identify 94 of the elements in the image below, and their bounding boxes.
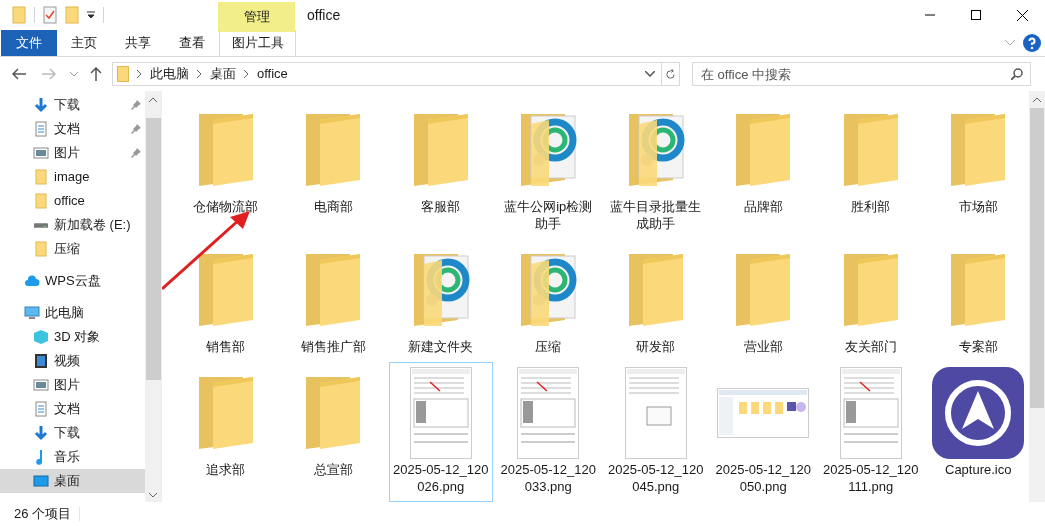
file-item[interactable]: 友关部门 [819, 239, 923, 362]
scrollbar[interactable] [145, 91, 161, 502]
folder-icon [33, 193, 49, 209]
ribbon-tab[interactable]: 共享 [111, 30, 165, 56]
folder-icon [117, 66, 129, 82]
maximize-icon [971, 10, 981, 20]
file-item[interactable]: 2025-05-12_120111.png [819, 362, 923, 502]
file-item[interactable]: 2025-05-12_120026.png [389, 362, 493, 502]
picture-icon [33, 145, 49, 161]
sidebar-item[interactable]: office [0, 189, 145, 213]
help-icon[interactable] [1023, 34, 1041, 52]
breadcrumb-item[interactable]: 桌面 [210, 64, 236, 84]
close-icon [1016, 9, 1028, 21]
sidebar-item[interactable]: image [0, 165, 145, 189]
window-title: office [307, 5, 341, 25]
scroll-up-icon[interactable] [149, 97, 157, 102]
desktop-icon [33, 473, 49, 489]
file-item[interactable]: 胜利部 [819, 99, 923, 239]
sidebar-item[interactable]: 新加载卷 (E:) [0, 213, 145, 237]
forward-arrow-icon[interactable] [42, 68, 56, 80]
file-item[interactable]: 市场部 [926, 99, 1029, 239]
cube-icon [33, 329, 49, 345]
file-item[interactable]: 总宣部 [281, 362, 385, 502]
sidebar-item[interactable]: 图片 [0, 141, 145, 165]
minimize-icon [925, 14, 935, 16]
sidebar-item[interactable]: 压缩 [0, 237, 145, 261]
file-item[interactable]: 专案部 [926, 239, 1029, 362]
doc-icon [33, 401, 49, 417]
ribbon-tab[interactable]: 图片工具 [219, 30, 296, 56]
file-item[interactable]: Capture.ico [926, 362, 1029, 502]
file-item[interactable]: 营业部 [711, 239, 815, 362]
ribbon-tab[interactable]: 查看 [165, 30, 219, 56]
sidebar-item[interactable]: 桌面 [0, 469, 145, 493]
ribbon-tab[interactable]: 主页 [57, 30, 111, 56]
download-icon [33, 97, 49, 113]
cloud-icon [24, 273, 40, 289]
pin-icon[interactable] [131, 148, 141, 158]
file-item[interactable]: 追求部 [174, 362, 278, 502]
back-arrow-icon[interactable] [12, 68, 26, 80]
file-item[interactable]: 蓝牛公网ip检测助手 [496, 99, 600, 239]
sidebar-item[interactable]: 视频 [0, 349, 145, 373]
file-item[interactable]: 品牌部 [711, 99, 815, 239]
search-field[interactable]: 在 office 中搜索 [692, 62, 1031, 86]
file-item[interactable]: 客服部 [389, 99, 493, 239]
file-item[interactable]: 压缩 [496, 239, 600, 362]
file-item[interactable]: 蓝牛目录批量生成助手 [604, 99, 708, 239]
doc-icon [33, 121, 49, 137]
drive-icon [33, 222, 49, 228]
app-logo-icon [932, 367, 1025, 459]
refresh-button[interactable] [662, 62, 680, 86]
ribbon-tab[interactable]: 文件 [1, 30, 57, 56]
search-icon [1011, 68, 1023, 80]
sidebar-item[interactable]: 下载 [0, 93, 145, 117]
file-item[interactable]: 电商部 [281, 99, 385, 239]
file-item[interactable]: 2025-05-12_120033.png [496, 362, 600, 502]
sidebar-item[interactable]: 音乐 [0, 445, 145, 469]
tool-group-header: 管理 [218, 2, 295, 32]
file-item[interactable]: 新建文件夹 [389, 239, 493, 362]
sidebar-item[interactable]: 3D 对象 [0, 325, 145, 349]
sidebar-item[interactable]: 文档 [0, 117, 145, 141]
chevron-down-icon[interactable] [645, 71, 655, 77]
sidebar-item[interactable]: 下载 [0, 421, 145, 445]
up-arrow-icon[interactable] [90, 67, 102, 81]
chevron-right-icon[interactable] [137, 70, 142, 78]
sidebar-item[interactable]: WPS云盘 [0, 269, 145, 293]
breadcrumb-item[interactable]: 此电脑 [150, 64, 189, 84]
file-item[interactable]: 销售部 [174, 239, 278, 362]
file-item[interactable]: 2025-05-12_120045.png [604, 362, 708, 502]
status-text: 26 个项目 [14, 505, 72, 524]
video-icon [33, 353, 49, 369]
refresh-icon [665, 68, 676, 80]
file-item[interactable]: 仓储物流部 [174, 99, 278, 239]
scroll-up-icon[interactable] [1033, 97, 1041, 102]
sidebar-item[interactable]: 文档 [0, 397, 145, 421]
sidebar-item[interactable]: 此电脑 [0, 301, 145, 325]
breadcrumb-item[interactable]: office [257, 64, 288, 84]
folder-icon [33, 169, 49, 185]
file-item[interactable]: 销售推广部 [281, 239, 385, 362]
download-icon [33, 425, 49, 441]
scroll-down-icon[interactable] [149, 493, 157, 498]
chevron-right-icon[interactable] [197, 70, 202, 78]
file-item[interactable]: 2025-05-12_120050.png [711, 362, 815, 502]
pin-icon[interactable] [131, 100, 141, 110]
sidebar-item[interactable]: 图片 [0, 373, 145, 397]
properties-icon[interactable] [43, 6, 57, 24]
pin-icon[interactable] [131, 124, 141, 134]
scrollbar[interactable] [1029, 91, 1045, 502]
computer-icon [24, 305, 40, 321]
folder-icon [33, 241, 49, 257]
dropdown-icon[interactable] [87, 11, 95, 19]
file-item[interactable]: 研发部 [604, 239, 708, 362]
address-field[interactable]: 此电脑 桌面 office [112, 62, 662, 86]
chevron-right-icon[interactable] [244, 70, 249, 78]
picture-icon [33, 377, 49, 393]
